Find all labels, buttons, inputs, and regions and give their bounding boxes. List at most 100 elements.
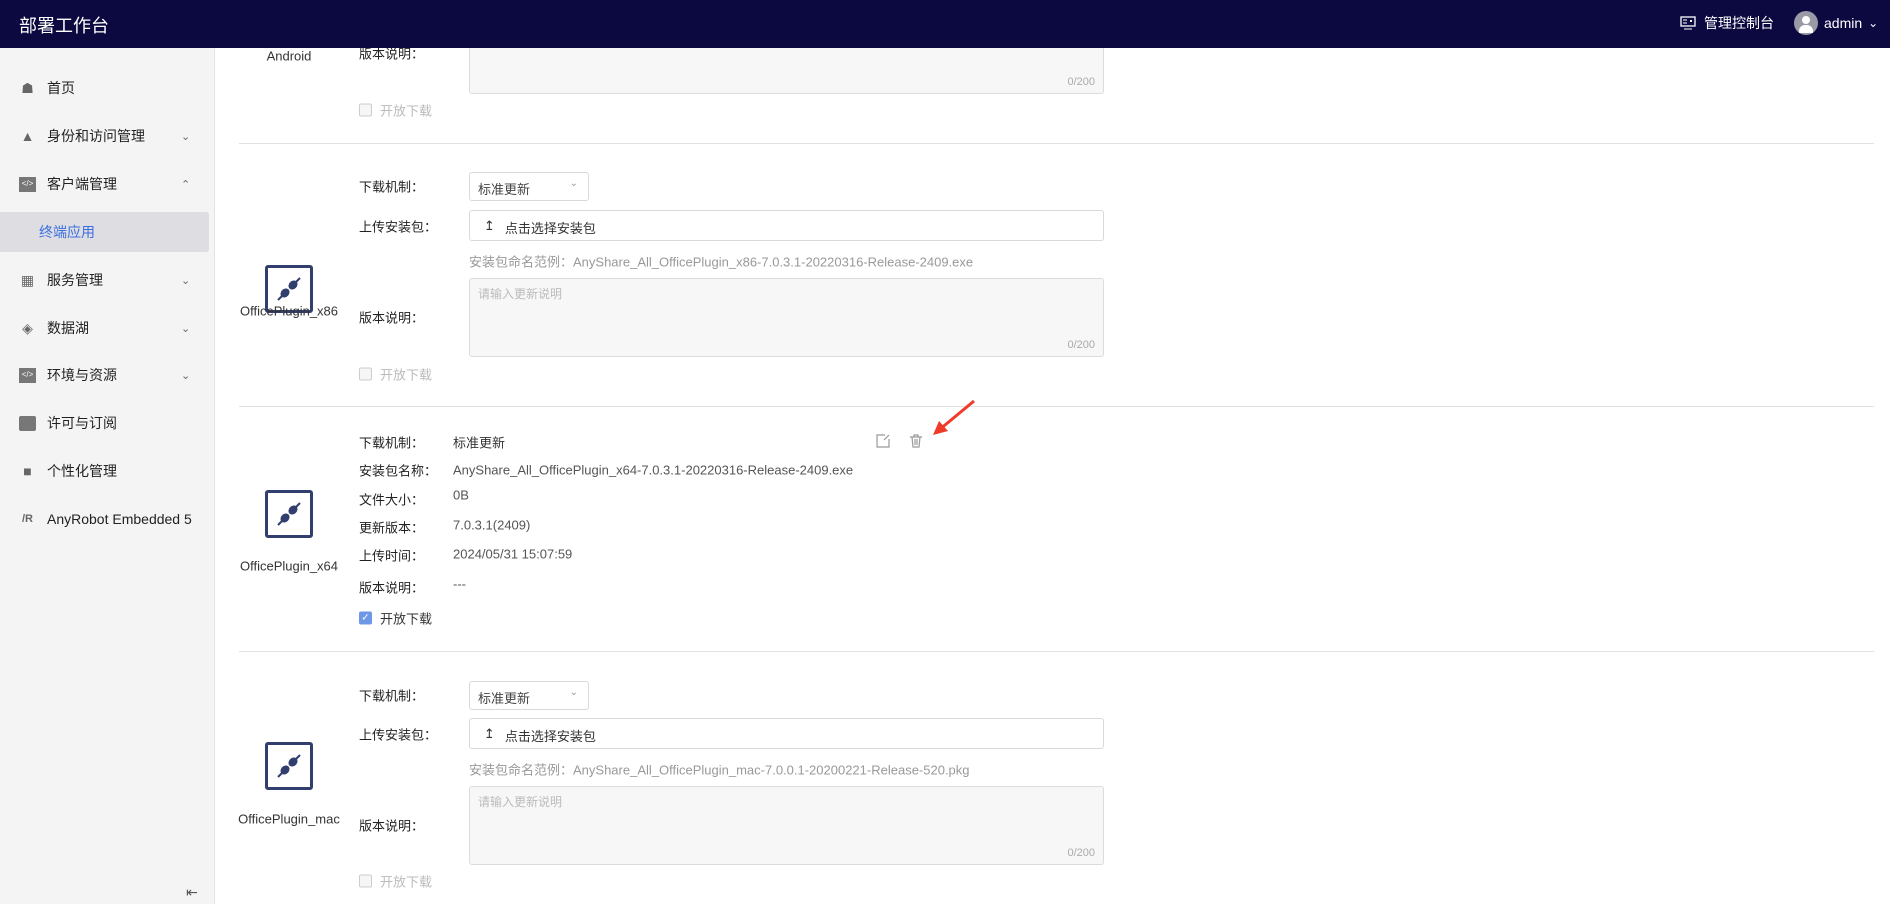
chevron-down-icon: ⌄ bbox=[181, 322, 191, 335]
package-name-value: AnyShare_All_OfficePlugin_x64-7.0.3.1-20… bbox=[453, 462, 854, 478]
open-download-checkbox[interactable]: 开放下载 bbox=[359, 101, 432, 120]
chevron-down-icon: ⌄ bbox=[181, 130, 191, 143]
upload-time-value: 2024/05/31 15:07:59 bbox=[453, 546, 573, 562]
upload-button-label: 点击选择安装包 bbox=[504, 221, 596, 236]
sidebar-item-datalake[interactable]: ◈ 数据湖 ⌄ bbox=[0, 308, 215, 348]
notes-label: 版本说明： bbox=[359, 818, 425, 834]
file-size-label: 文件大小： bbox=[359, 492, 425, 508]
sidebar-item-label: 终端应用 bbox=[39, 224, 95, 240]
notes-textarea[interactable]: 请输入更新说明 0/200 bbox=[469, 278, 1104, 357]
open-download-checkbox[interactable]: 开放下载 bbox=[359, 365, 432, 384]
sidebar-item-personalization[interactable]: ■ 个性化管理 bbox=[0, 451, 215, 491]
edit-button[interactable] bbox=[875, 433, 891, 453]
upload-label: 上传安装包： bbox=[359, 219, 438, 235]
license-icon bbox=[19, 415, 36, 431]
sidebar: ☗ 首页 ▲ 身份和访问管理 ⌄ </> 客户端管理 ⌃ 终端应用 ▦ 服务管理 ⌄ ◈ 数据湖… bbox=[0, 48, 215, 904]
sidebar-item-terminal-apps[interactable]: 终端应用 bbox=[0, 212, 209, 252]
collapse-sidebar-icon[interactable]: ⇤ bbox=[186, 884, 198, 901]
sidebar-item-license[interactable]: 许可与订阅 bbox=[0, 403, 215, 443]
mechanism-label: 下载机制： bbox=[359, 435, 425, 451]
notes-label: 版本说明： bbox=[359, 310, 425, 326]
sidebar-item-label: 身份和访问管理 bbox=[47, 128, 145, 144]
checkbox-label: 开放下载 bbox=[380, 874, 433, 890]
select-value: 标准更新 bbox=[478, 691, 531, 706]
notes-value: --- bbox=[453, 576, 466, 592]
trash-icon bbox=[910, 434, 922, 448]
home-icon: ☗ bbox=[21, 79, 34, 96]
sidebar-item-label: 客户端管理 bbox=[47, 176, 117, 192]
console-label: 管理控制台 bbox=[1704, 15, 1774, 31]
sidebar-item-label: AnyRobot Embedded 5 bbox=[47, 511, 192, 527]
checkbox-box bbox=[359, 367, 372, 381]
placeholder: 请输入更新说明 bbox=[478, 287, 563, 301]
checkbox-box bbox=[359, 103, 372, 117]
version-label: 更新版本： bbox=[359, 520, 425, 536]
top-bar: 部署工作台 管理控制台 admin ⌄ bbox=[0, 0, 1890, 48]
sidebar-item-label: 首页 bbox=[47, 80, 75, 96]
char-counter: 0/200 bbox=[1067, 76, 1095, 88]
annotation-arrow-icon bbox=[933, 399, 975, 435]
sidebar-item-anyrobot[interactable]: /R AnyRobot Embedded 5 bbox=[0, 499, 215, 539]
sidebar-item-environment[interactable]: </> 环境与资源 ⌄ bbox=[0, 355, 215, 395]
upload-label: 上传安装包： bbox=[359, 727, 438, 743]
chevron-down-icon: ⌄ bbox=[181, 274, 191, 287]
admin-console-link[interactable]: 管理控制台 bbox=[1680, 13, 1774, 33]
app-name: OfficePlugin_x86 bbox=[239, 303, 339, 319]
notes-textarea[interactable]: 0/200 bbox=[469, 48, 1104, 94]
chevron-up-icon: ⌃ bbox=[181, 178, 191, 191]
plug-icon bbox=[265, 490, 313, 538]
sidebar-item-label: 环境与资源 bbox=[47, 367, 117, 383]
edit-icon bbox=[876, 434, 890, 448]
mechanism-label: 下载机制： bbox=[359, 179, 425, 195]
upload-button[interactable]: ↥ 点击选择安装包 bbox=[469, 718, 1104, 749]
divider bbox=[239, 651, 1874, 652]
sidebar-item-home[interactable]: ☗ 首页 bbox=[0, 68, 215, 108]
chevron-down-icon: ⌄ bbox=[181, 369, 191, 382]
sidebar-item-identity[interactable]: ▲ 身份和访问管理 ⌄ bbox=[0, 116, 215, 156]
check-icon: ✓ bbox=[359, 611, 372, 625]
notes-textarea[interactable]: 请输入更新说明 0/200 bbox=[469, 786, 1104, 865]
datalake-icon: ◈ bbox=[22, 319, 33, 336]
upload-time-label: 上传时间： bbox=[359, 548, 425, 564]
console-icon bbox=[1680, 16, 1696, 30]
chevron-down-icon: ⌄ bbox=[569, 687, 578, 698]
app-name: Android bbox=[266, 48, 312, 64]
delete-button[interactable] bbox=[908, 433, 924, 453]
divider bbox=[239, 143, 1874, 144]
sidebar-item-label: 许可与订阅 bbox=[47, 415, 117, 431]
divider bbox=[239, 406, 1874, 407]
sidebar-item-client[interactable]: </> 客户端管理 ⌃ bbox=[0, 164, 215, 204]
upload-icon: ↥ bbox=[484, 218, 495, 233]
char-counter: 0/200 bbox=[1067, 339, 1095, 351]
app-name: OfficePlugin_mac bbox=[238, 811, 340, 827]
checkbox-box bbox=[359, 874, 372, 888]
chevron-down-icon: ⌄ bbox=[1868, 16, 1879, 30]
placeholder: 请输入更新说明 bbox=[478, 795, 563, 809]
username: admin bbox=[1824, 15, 1863, 31]
chevron-down-icon: ⌄ bbox=[569, 178, 578, 189]
upload-icon: ↥ bbox=[484, 726, 495, 741]
main-content: Android 版本说明： 0/200 开放下载 OfficePlugin_x8… bbox=[215, 48, 1890, 904]
checkbox-label: 开放下载 bbox=[380, 367, 433, 383]
sidebar-item-services[interactable]: ▦ 服务管理 ⌄ bbox=[0, 260, 215, 300]
org-icon: ▲ bbox=[20, 127, 35, 144]
open-download-checkbox[interactable]: 开放下载 bbox=[359, 872, 432, 891]
user-menu[interactable]: admin ⌄ bbox=[1794, 11, 1878, 35]
plug-icon bbox=[265, 742, 313, 790]
upload-button-label: 点击选择安装包 bbox=[504, 729, 596, 744]
sidebar-item-label: 服务管理 bbox=[47, 272, 103, 288]
app-name: OfficePlugin_x64 bbox=[239, 558, 339, 574]
sidebar-item-label: 数据湖 bbox=[47, 320, 89, 336]
sidebar-item-label: 个性化管理 bbox=[47, 463, 117, 479]
notes-label: 版本说明： bbox=[359, 48, 425, 62]
mechanism-label: 下载机制： bbox=[359, 688, 425, 704]
checkbox-label: 开放下载 bbox=[380, 103, 433, 119]
upload-button[interactable]: ↥ 点击选择安装包 bbox=[469, 210, 1104, 241]
mechanism-select[interactable]: 标准更新 ⌄ bbox=[469, 172, 589, 201]
mechanism-select[interactable]: 标准更新 ⌄ bbox=[469, 681, 589, 710]
version-value: 7.0.3.1(2409) bbox=[453, 517, 531, 533]
select-value: 标准更新 bbox=[478, 182, 531, 197]
naming-hint: 安装包命名范例：AnyShare_All_OfficePlugin_mac-7.… bbox=[469, 762, 970, 778]
layout-icon: ▦ bbox=[20, 271, 35, 288]
open-download-checkbox[interactable]: ✓ 开放下载 bbox=[359, 609, 432, 628]
